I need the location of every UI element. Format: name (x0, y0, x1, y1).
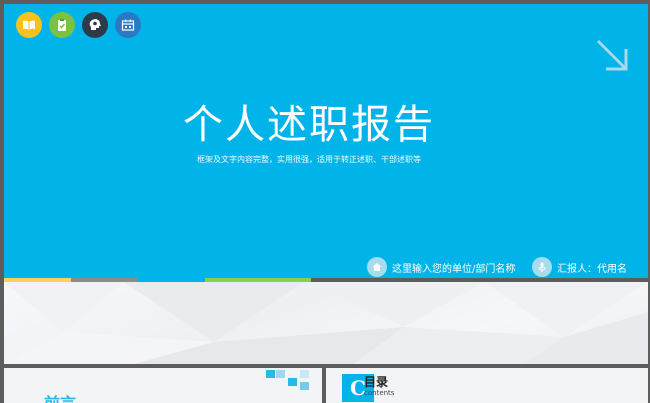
slide-thumbnail-preface[interactable]: 前言 (4, 368, 322, 403)
slide-thumbnail-contents[interactable]: C 目录 contents (326, 368, 648, 403)
pixel-decoration (300, 370, 309, 378)
arrow-down-right-icon (596, 39, 628, 71)
unit-meta: 这里输入您的单位/部门名称 (367, 254, 515, 280)
pixel-decoration (288, 378, 297, 386)
polygon-background (4, 282, 648, 364)
head-lightbulb-icon (82, 12, 108, 38)
slide-preview: 个人述职报告 框架及文字内容完整，实用很强，适用于转正述职、干部述职等 这里输入… (0, 0, 650, 403)
reporter-meta: 汇报人：代用名 (532, 254, 627, 280)
contents-subtitle: contents (364, 389, 395, 397)
slide-subtitle: 框架及文字内容完整，实用很强，适用于转正述职、干部述职等 (197, 155, 421, 164)
pixel-decoration (266, 370, 275, 378)
pixel-decoration (276, 370, 285, 378)
pixel-decoration (300, 382, 309, 390)
home-icon (367, 257, 387, 277)
top-icon-row (16, 12, 141, 38)
low-poly-pattern (4, 282, 648, 364)
clipboard-check-icon (49, 12, 75, 38)
preface-title: 前言 (44, 390, 76, 403)
calendar-icon (115, 12, 141, 38)
microphone-icon (532, 257, 552, 277)
unit-label: 这里输入您的单位/部门名称 (392, 263, 516, 275)
hero-banner: 个人述职报告 框架及文字内容完整，实用很强，适用于转正述职、干部述职等 这里输入… (4, 4, 648, 278)
contents-title: 目录 (364, 375, 389, 389)
slide-title: 个人述职报告 (183, 102, 435, 148)
book-icon (16, 12, 42, 38)
reporter-label: 汇报人：代用名 (557, 263, 627, 275)
